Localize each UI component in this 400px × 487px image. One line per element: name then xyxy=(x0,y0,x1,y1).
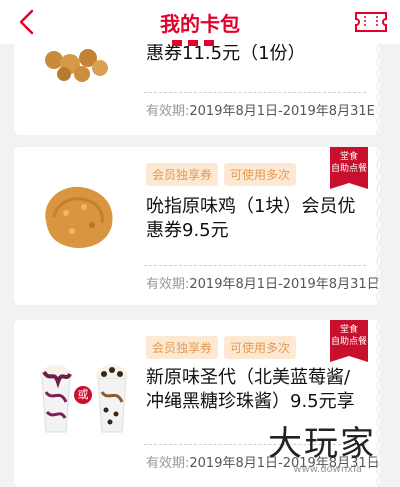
card-scalloped-edge xyxy=(376,147,380,305)
card-divider xyxy=(144,92,366,93)
validity-text: 有效期:2019年8月1日-2019年8月31E xyxy=(146,104,375,119)
tag-member-exclusive: 会员独享券 xyxy=(146,163,219,186)
title-accent-stripes xyxy=(172,40,228,46)
coupon-name: 新原味圣代（北美蓝莓酱/冲绳黑糖珍珠酱）9.5元享 xyxy=(146,367,355,412)
brown-sugar-pearl-sundae-image xyxy=(96,364,128,433)
dine-in-self-order-badge: 堂食 自助点餐 xyxy=(330,320,368,362)
fried-chicken-image xyxy=(45,186,113,249)
coupon-tags: 会员独享券 可使用多次 xyxy=(146,336,297,359)
card-divider xyxy=(144,444,366,445)
popcorn-chicken-image xyxy=(45,49,108,82)
dine-in-self-order-badge: 堂食 自助点餐 xyxy=(330,147,368,189)
coupon-name: 吮指原味鸡（1块）会员优惠券9.5元 xyxy=(146,196,356,241)
tag-member-exclusive: 会员独享券 xyxy=(146,336,219,359)
validity-text: 有效期:2019年8月1日-2019年8月31日 xyxy=(146,277,380,292)
page-title: 我的卡包 xyxy=(160,12,240,36)
tag-multi-use: 可使用多次 xyxy=(224,336,297,359)
coupon-card-original-recipe-chicken[interactable]: 会员独享券 可使用多次 堂食 自助点餐 吮指原味鸡（1块）会员优惠券9.5元 有… xyxy=(14,147,380,305)
validity-text: 有效期:2019年8月1日-2019年8月31日 xyxy=(146,456,380,471)
ticket-icon[interactable] xyxy=(354,10,388,34)
coupon-tags: 会员独享券 可使用多次 xyxy=(146,163,297,186)
blueberry-sundae-image xyxy=(40,364,72,433)
tag-multi-use: 可使用多次 xyxy=(224,163,297,186)
card-divider xyxy=(144,265,366,266)
card-scalloped-edge xyxy=(376,320,380,487)
top-nav-bar: 我的卡包 xyxy=(0,0,400,46)
coupon-card-sundae[interactable]: 会员独享券 可使用多次 堂食 自助点餐 或 新原味圣代（北美蓝莓酱/冲绳黑糖珍珠… xyxy=(14,320,380,487)
